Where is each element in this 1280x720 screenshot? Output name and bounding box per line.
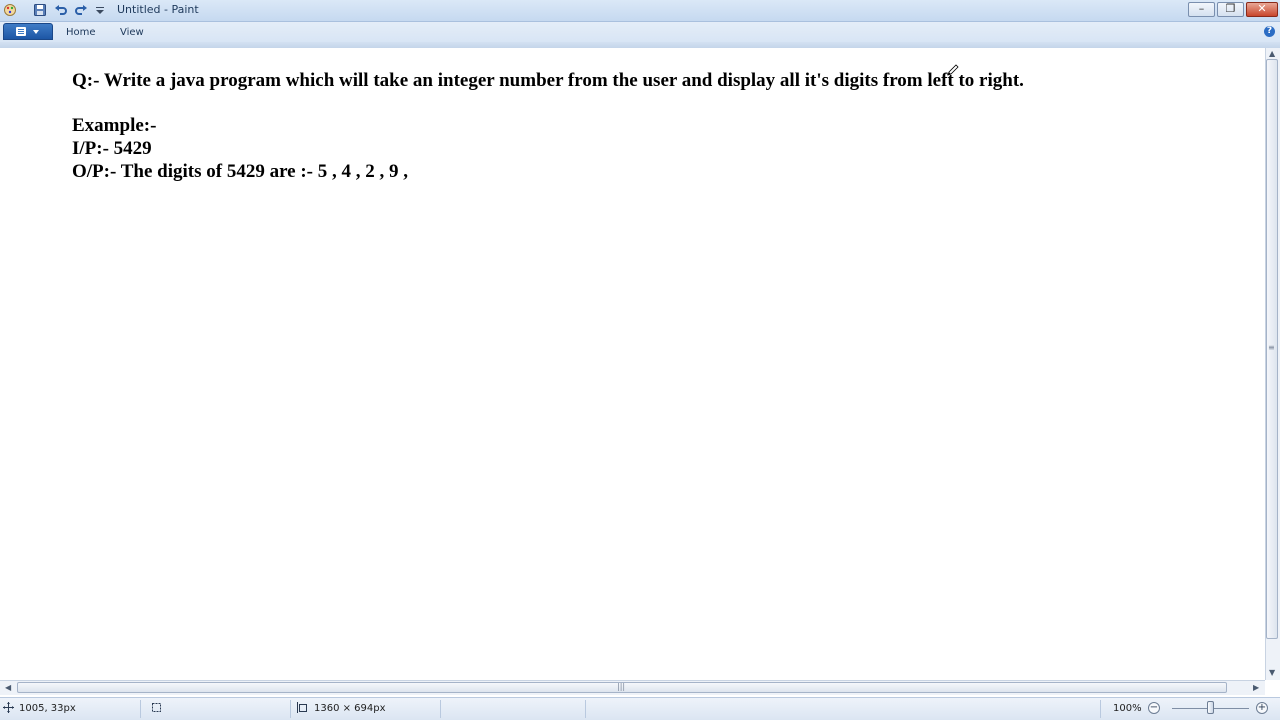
zoom-slider-thumb[interactable]: [1207, 701, 1214, 714]
maximize-button[interactable]: ❐: [1217, 2, 1244, 17]
help-icon[interactable]: ?: [1264, 26, 1275, 37]
divider: [290, 700, 291, 718]
tab-view[interactable]: View: [120, 27, 144, 38]
menu-icon: [16, 27, 26, 36]
cursor-position-icon: [3, 702, 14, 713]
zoom-out-button[interactable]: −: [1148, 702, 1160, 714]
scroll-left-icon[interactable]: ◀: [5, 683, 11, 692]
canvas-text-output: O/P:- The digits of 5429 are :- 5 , 4 , …: [72, 161, 408, 182]
drawing-canvas[interactable]: [0, 48, 1265, 680]
paint-menu-button[interactable]: [3, 23, 53, 40]
grip-icon: ≡: [1268, 343, 1275, 352]
image-size: 1360 × 694px: [314, 703, 386, 714]
scroll-right-icon[interactable]: ▶: [1253, 683, 1259, 692]
paint-app-icon[interactable]: [3, 3, 17, 17]
tab-home[interactable]: Home: [66, 27, 96, 38]
pencil-cursor-icon: [947, 64, 959, 76]
window-title: Untitled - Paint: [117, 3, 199, 16]
save-icon[interactable]: [33, 3, 47, 17]
selection-size-icon: [152, 703, 161, 712]
divider: [585, 700, 586, 718]
canvas-text-input: I/P:- 5429: [72, 138, 152, 159]
divider: [1100, 700, 1101, 718]
scroll-down-icon[interactable]: ▼: [1269, 668, 1275, 677]
divider: [140, 700, 141, 718]
zoom-level: 100%: [1113, 703, 1142, 714]
redo-icon[interactable]: [74, 3, 88, 17]
undo-icon[interactable]: [54, 3, 68, 17]
close-button[interactable]: ✕: [1246, 2, 1278, 17]
ribbon-tab-row: Home View ?: [0, 22, 1280, 42]
grip-icon: |||: [617, 682, 626, 691]
title-bar: Untitled - Paint – ❐ ✕: [0, 0, 1280, 22]
canvas-text-question: Q:- Write a java program which will take…: [72, 70, 1024, 91]
divider: [440, 700, 441, 718]
chevron-down-icon[interactable]: [93, 3, 107, 17]
status-bar: 1005, 33px 1360 × 694px 100% − +: [0, 697, 1280, 720]
minimize-icon: –: [1198, 2, 1205, 15]
image-size-icon: [297, 702, 307, 713]
chevron-down-icon: [33, 30, 39, 34]
cursor-position: 1005, 33px: [19, 703, 76, 714]
zoom-in-button[interactable]: +: [1256, 702, 1268, 714]
minimize-button[interactable]: –: [1188, 2, 1215, 17]
scroll-up-icon[interactable]: ▲: [1269, 49, 1275, 58]
restore-icon: ❐: [1225, 2, 1236, 15]
canvas-text-example: Example:-: [72, 115, 157, 136]
close-icon: ✕: [1257, 2, 1267, 15]
